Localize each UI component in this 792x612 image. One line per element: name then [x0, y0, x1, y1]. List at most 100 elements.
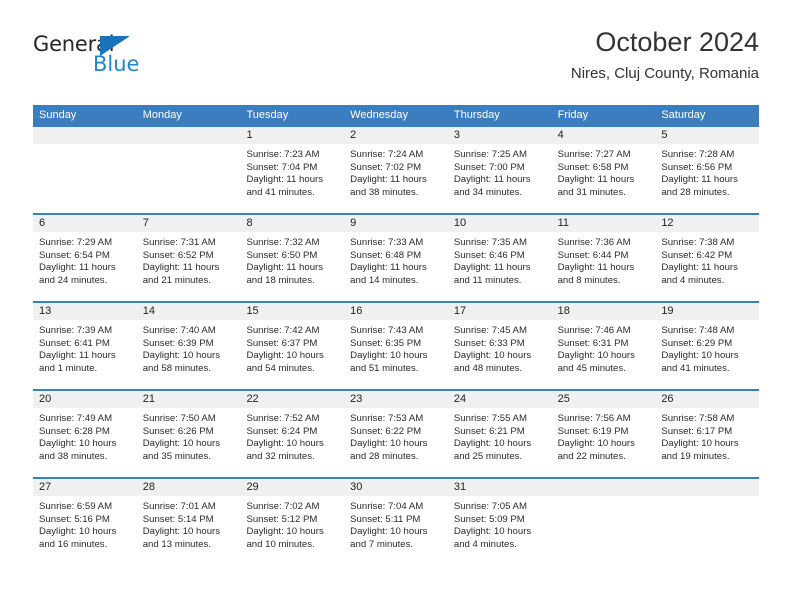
sunset-text: Sunset: 6:58 PM [557, 161, 629, 173]
day-cell[interactable]: 18 Sunrise: 7:46 AM Sunset: 6:31 PM Dayl… [551, 303, 656, 389]
day-details: Sunrise: 7:58 AM Sunset: 6:17 PM Dayligh… [655, 408, 759, 463]
day-number: 24 [453, 393, 467, 405]
daylight-text-line1: Daylight: 11 hours [557, 174, 635, 186]
day-cell[interactable]: 16 Sunrise: 7:43 AM Sunset: 6:35 PM Dayl… [344, 303, 448, 389]
daylight-text-line1: Daylight: 10 hours [142, 350, 221, 362]
day-details: Sunrise: 7:48 AM Sunset: 6:29 PM Dayligh… [655, 320, 759, 375]
daylight-text-line1: Daylight: 10 hours [661, 438, 739, 450]
day-number: 27 [39, 481, 52, 493]
general-blue-logo[interactable]: General Blue [33, 34, 233, 90]
day-cell[interactable]: 29 Sunrise: 7:02 AM Sunset: 5:12 PM Dayl… [240, 479, 345, 565]
day-number-band: 1 [240, 127, 345, 144]
day-details [137, 144, 241, 149]
sunset-text: Sunset: 6:29 PM [661, 337, 733, 349]
daylight-text-line2: and 4 minutes. [661, 274, 725, 286]
day-cell[interactable]: 30 Sunrise: 7:04 AM Sunset: 5:11 PM Dayl… [344, 479, 448, 565]
day-cell[interactable] [551, 479, 656, 565]
day-cell[interactable]: 4 Sunrise: 7:27 AM Sunset: 6:58 PM Dayli… [551, 127, 656, 213]
day-cell[interactable]: 7 Sunrise: 7:31 AM Sunset: 6:52 PM Dayli… [136, 215, 241, 301]
day-cell[interactable]: 27 Sunrise: 6:59 AM Sunset: 5:16 PM Dayl… [33, 479, 137, 565]
day-cell[interactable]: 12 Sunrise: 7:38 AM Sunset: 6:42 PM Dayl… [655, 215, 760, 301]
daylight-text-line1: Daylight: 10 hours [142, 526, 221, 538]
week-row: 27 Sunrise: 6:59 AM Sunset: 5:16 PM Dayl… [33, 477, 760, 565]
day-cell[interactable] [33, 127, 137, 213]
day-cell[interactable]: 2 Sunrise: 7:24 AM Sunset: 7:02 PM Dayli… [344, 127, 448, 213]
day-cell[interactable]: 31 Sunrise: 7:05 AM Sunset: 5:09 PM Dayl… [447, 479, 552, 565]
day-cell[interactable]: 26 Sunrise: 7:58 AM Sunset: 6:17 PM Dayl… [655, 391, 760, 477]
day-cell[interactable]: 24 Sunrise: 7:55 AM Sunset: 6:21 PM Dayl… [447, 391, 552, 477]
day-number-band: 19 [655, 303, 760, 320]
day-details: Sunrise: 7:49 AM Sunset: 6:28 PM Dayligh… [33, 408, 137, 463]
day-cell[interactable] [655, 479, 760, 565]
day-cell[interactable]: 25 Sunrise: 7:56 AM Sunset: 6:19 PM Dayl… [551, 391, 656, 477]
daylight-text-line2: and 48 minutes. [453, 362, 523, 374]
day-cell[interactable]: 15 Sunrise: 7:42 AM Sunset: 6:37 PM Dayl… [240, 303, 345, 389]
day-number: 3 [453, 129, 460, 141]
sunset-text: Sunset: 6:35 PM [350, 337, 422, 349]
title-block: October 2024 Nires, Cluj County, Romania [571, 27, 759, 82]
day-cell[interactable]: 11 Sunrise: 7:36 AM Sunset: 6:44 PM Dayl… [551, 215, 656, 301]
sunrise-text: Sunrise: 7:29 AM [39, 237, 113, 248]
day-number-band: 14 [136, 303, 241, 320]
day-number: 25 [557, 393, 570, 405]
daylight-text-line2: and 28 minutes. [661, 186, 730, 198]
sunrise-text: Sunrise: 7:31 AM [142, 237, 216, 248]
weekday-header-row: Sunday Monday Tuesday Wednesday Thursday… [33, 105, 759, 125]
day-cell[interactable]: 8 Sunrise: 7:32 AM Sunset: 6:50 PM Dayli… [240, 215, 345, 301]
daylight-text-line1: Daylight: 11 hours [246, 174, 324, 186]
sunrise-text: Sunrise: 7:01 AM [142, 501, 216, 512]
day-cell[interactable]: 19 Sunrise: 7:48 AM Sunset: 6:29 PM Dayl… [655, 303, 760, 389]
day-cell[interactable]: 3 Sunrise: 7:25 AM Sunset: 7:00 PM Dayli… [447, 127, 552, 213]
weekday-header-thursday: Thursday [453, 109, 500, 121]
sunset-text: Sunset: 6:48 PM [350, 249, 422, 261]
day-details: Sunrise: 7:32 AM Sunset: 6:50 PM Dayligh… [240, 232, 344, 287]
daylight-text-line2: and 24 minutes. [39, 274, 108, 286]
sunrise-text: Sunrise: 7:36 AM [557, 237, 631, 248]
day-cell[interactable]: 17 Sunrise: 7:45 AM Sunset: 6:33 PM Dayl… [447, 303, 552, 389]
daylight-text-line2: and 18 minutes. [246, 274, 315, 286]
day-number-band [136, 127, 241, 144]
day-number-band [33, 127, 137, 144]
day-number: 21 [142, 393, 155, 405]
daylight-text-line1: Daylight: 11 hours [661, 262, 738, 274]
day-cell[interactable]: 28 Sunrise: 7:01 AM Sunset: 5:14 PM Dayl… [136, 479, 241, 565]
sunrise-text: Sunrise: 7:27 AM [557, 149, 631, 160]
day-cell[interactable]: 5 Sunrise: 7:28 AM Sunset: 6:56 PM Dayli… [655, 127, 760, 213]
day-number: 23 [350, 393, 363, 405]
day-cell[interactable]: 22 Sunrise: 7:52 AM Sunset: 6:24 PM Dayl… [240, 391, 345, 477]
sunrise-text: Sunrise: 7:32 AM [246, 237, 320, 248]
day-details: Sunrise: 7:53 AM Sunset: 6:22 PM Dayligh… [344, 408, 448, 463]
daylight-text-line2: and 4 minutes. [453, 538, 517, 550]
day-number-band: 16 [344, 303, 448, 320]
daylight-text-line2: and 41 minutes. [246, 186, 315, 198]
day-cell[interactable]: 21 Sunrise: 7:50 AM Sunset: 6:26 PM Dayl… [136, 391, 241, 477]
day-cell[interactable]: 9 Sunrise: 7:33 AM Sunset: 6:48 PM Dayli… [344, 215, 448, 301]
day-details: Sunrise: 7:31 AM Sunset: 6:52 PM Dayligh… [137, 232, 241, 287]
sunrise-text: Sunrise: 7:25 AM [453, 149, 527, 160]
day-number: 28 [142, 481, 155, 493]
day-details: Sunrise: 7:56 AM Sunset: 6:19 PM Dayligh… [552, 408, 656, 463]
day-cell[interactable]: 14 Sunrise: 7:40 AM Sunset: 6:39 PM Dayl… [136, 303, 241, 389]
day-cell[interactable]: 10 Sunrise: 7:35 AM Sunset: 6:46 PM Dayl… [447, 215, 552, 301]
page-header: General Blue October 2024 Nires, Cluj Co… [33, 27, 759, 96]
day-cell[interactable]: 6 Sunrise: 7:29 AM Sunset: 6:54 PM Dayli… [33, 215, 137, 301]
day-details: Sunrise: 6:59 AM Sunset: 5:16 PM Dayligh… [33, 496, 137, 551]
day-number-band [551, 479, 656, 496]
daylight-text-line2: and 21 minutes. [142, 274, 211, 286]
sunrise-text: Sunrise: 7:48 AM [661, 325, 735, 336]
daylight-text-line2: and 28 minutes. [350, 450, 419, 462]
daylight-text-line2: and 54 minutes. [246, 362, 315, 374]
day-cell[interactable]: 20 Sunrise: 7:49 AM Sunset: 6:28 PM Dayl… [33, 391, 137, 477]
weekday-header-tuesday: Tuesday [246, 109, 289, 121]
day-cell[interactable]: 1 Sunrise: 7:23 AM Sunset: 7:04 PM Dayli… [240, 127, 345, 213]
day-cell[interactable]: 23 Sunrise: 7:53 AM Sunset: 6:22 PM Dayl… [344, 391, 448, 477]
logo-text-blue: Blue [93, 52, 140, 76]
day-details: Sunrise: 7:27 AM Sunset: 6:58 PM Dayligh… [552, 144, 656, 199]
week-row: 13 Sunrise: 7:39 AM Sunset: 6:41 PM Dayl… [33, 301, 760, 389]
day-number: 29 [246, 481, 259, 493]
day-cell[interactable] [136, 127, 241, 213]
day-details: Sunrise: 7:43 AM Sunset: 6:35 PM Dayligh… [344, 320, 448, 375]
sunrise-text: Sunrise: 7:28 AM [661, 149, 735, 160]
day-cell[interactable]: 13 Sunrise: 7:39 AM Sunset: 6:41 PM Dayl… [33, 303, 137, 389]
day-number-band: 13 [33, 303, 137, 320]
